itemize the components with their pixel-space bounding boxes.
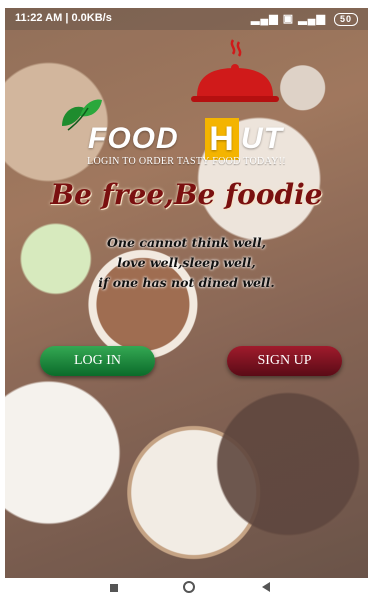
status-bar: 11:22 AM | 0.0KB/s ▂▄▆ ▣ ▂▄▆ 50 bbox=[5, 8, 368, 30]
app-screen: 11:22 AM | 0.0KB/s ▂▄▆ ▣ ▂▄▆ 50 FOOD H U… bbox=[5, 8, 368, 578]
logo-word-ut: UT bbox=[241, 122, 283, 155]
status-icons: ▂▄▆ ▣ ▂▄▆ 50 bbox=[251, 12, 358, 26]
login-button[interactable]: LOG IN bbox=[40, 346, 155, 376]
status-network-speed: 0.0KB/s bbox=[71, 12, 112, 24]
quote-line: One cannot think well, bbox=[107, 235, 266, 250]
cloche-icon bbox=[191, 39, 279, 102]
status-clock: 11:22 AM bbox=[15, 12, 63, 24]
quote-line: if one has not dined well. bbox=[98, 275, 275, 290]
app-logo: FOOD H UT bbox=[88, 118, 318, 160]
recent-apps-icon[interactable] bbox=[110, 584, 118, 592]
home-icon[interactable] bbox=[183, 581, 195, 593]
tagline: LOGIN TO ORDER TASTY FOOD TODAY!! bbox=[87, 156, 286, 167]
signup-button[interactable]: SIGN UP bbox=[227, 346, 342, 376]
quote: One cannot think well, love well,sleep w… bbox=[5, 233, 368, 293]
signal-icon: ▂▄▆ bbox=[298, 13, 326, 25]
logo-word-food: FOOD bbox=[88, 122, 179, 155]
status-time: 11:22 AM | 0.0KB/s bbox=[15, 12, 112, 24]
quote-line: love well,sleep well, bbox=[117, 255, 256, 270]
logo-letter-h: H bbox=[205, 118, 239, 160]
battery-icon: 50 bbox=[333, 13, 358, 26]
back-icon[interactable] bbox=[262, 582, 270, 592]
headline: Be free,Be foodie bbox=[50, 178, 323, 211]
system-navigation-bar bbox=[0, 578, 372, 601]
wifi-icon: ▣ bbox=[282, 13, 295, 25]
signal-icon: ▂▄▆ bbox=[250, 13, 279, 25]
